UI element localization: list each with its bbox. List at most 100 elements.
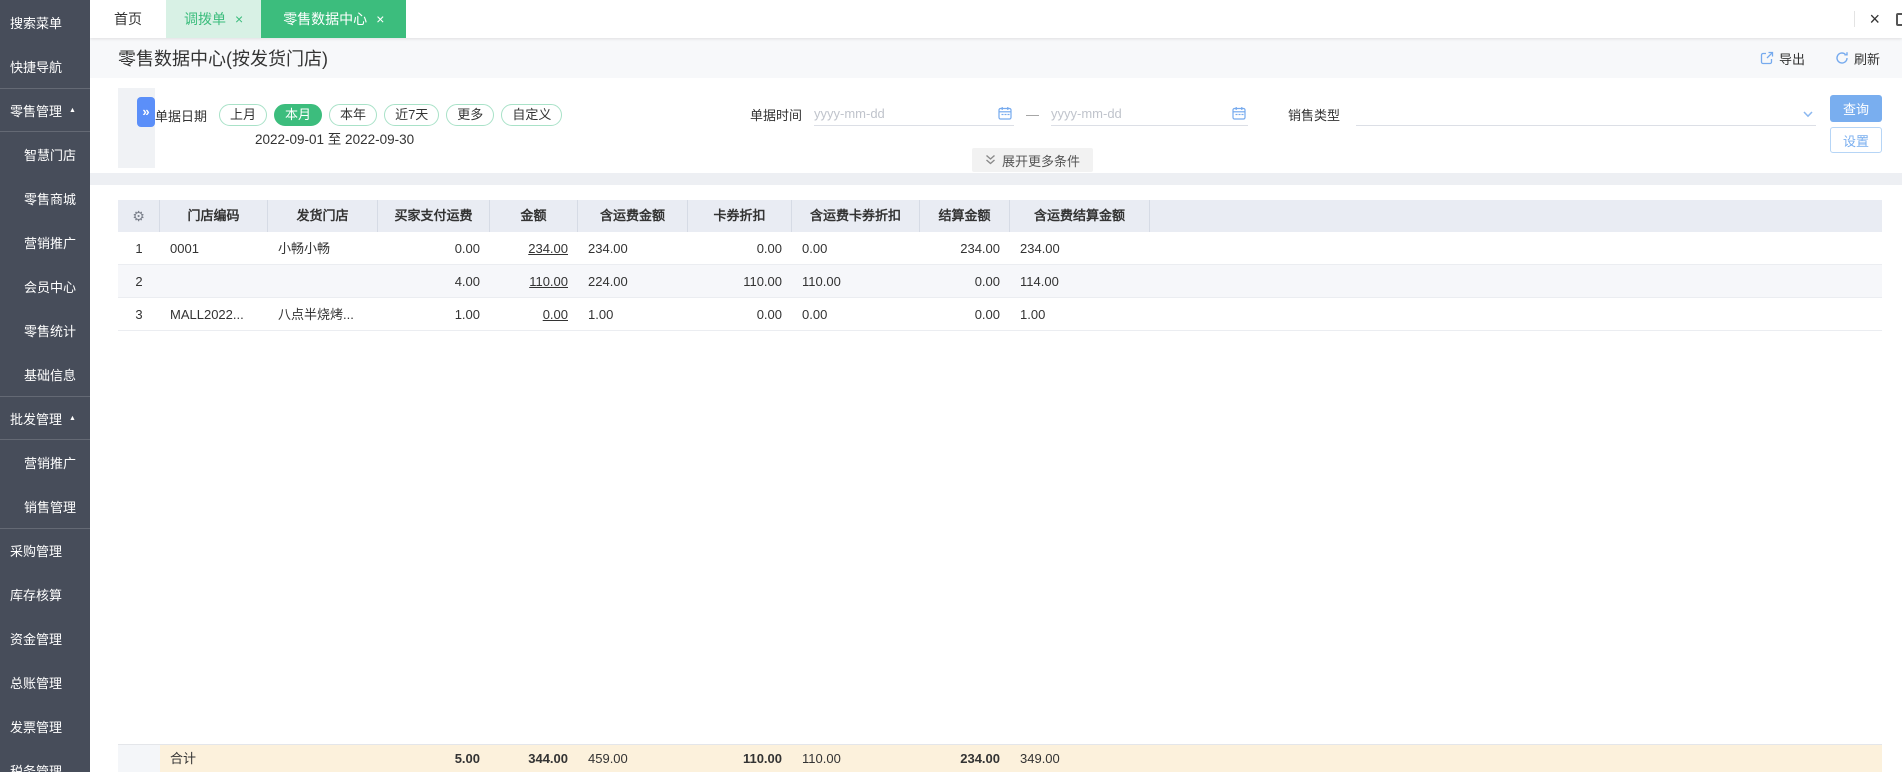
collapse-filter-button[interactable]: » (137, 97, 155, 127)
tab-actions: × (1854, 0, 1902, 38)
pill-this-year[interactable]: 本年 (329, 104, 378, 126)
col-filler (1150, 200, 1882, 232)
query-button[interactable]: 查询 (1830, 95, 1882, 122)
buyer-freight-cell: 4.00 (378, 265, 490, 298)
col-buyer-freight: 买家支付运费 (378, 200, 490, 232)
filter-panel: » 单据日期 上月 本月 本年 近7天 更多 自定义 2022-09-01 至 … (90, 78, 1902, 173)
refresh-label: 刷新 (1853, 51, 1880, 67)
sidebar-item-capital-management[interactable]: 资金管理 (0, 616, 90, 660)
expand-more-button[interactable]: 展开更多条件 (972, 148, 1094, 172)
sidebar-item-smart-store[interactable]: 智慧门店 (0, 132, 90, 176)
close-icon[interactable]: × (235, 12, 243, 26)
refresh-button[interactable]: 刷新 (1835, 49, 1880, 68)
row-index: 3 (118, 298, 160, 331)
footer-settle-amount-with-freight: 349.00 (1010, 745, 1150, 772)
doc-date-filter: 单据日期 上月 本月 本年 近7天 更多 自定义 (155, 104, 569, 126)
sidebar-item-retail-management[interactable]: 零售管理 ▲ (0, 88, 90, 132)
table-row[interactable]: 1 0001 小畅小畅 0.00 234.00 234.00 0.00 0.00… (118, 232, 1882, 265)
tab-home[interactable]: 首页 (90, 0, 166, 38)
sidebar-item-label: 采购管理 (10, 544, 63, 559)
date-to-input[interactable] (1051, 102, 1222, 124)
close-icon[interactable]: × (1869, 10, 1880, 28)
sidebar-item-marketing-promotion[interactable]: 营销推广 (0, 220, 90, 264)
sidebar-item-marketing-promotion-wholesale[interactable]: 营销推广 (0, 440, 90, 484)
pill-more[interactable]: 更多 (446, 104, 495, 126)
coupon-discount-cell: 110.00 (688, 265, 792, 298)
pill-this-month[interactable]: 本月 (274, 104, 323, 126)
doc-time-filter: 单据时间 — (750, 102, 1249, 126)
date-to-field (1051, 102, 1249, 126)
amount-link[interactable]: 110.00 (529, 274, 568, 289)
amount-with-freight-cell: 234.00 (578, 232, 688, 265)
amount-link[interactable]: 234.00 (528, 241, 568, 256)
footer-coupon-discount: 110.00 (688, 745, 792, 772)
sidebar-item-purchase-management[interactable]: 采购管理 (0, 528, 90, 572)
tab-label: 首页 (114, 11, 142, 27)
footer-coupon-discount-with-freight: 110.00 (792, 745, 920, 772)
amount-link[interactable]: 0.00 (543, 307, 568, 322)
pill-custom[interactable]: 自定义 (501, 104, 563, 126)
filler-cell (1150, 298, 1882, 331)
date-from-input[interactable] (814, 102, 985, 124)
sidebar-item-tax-management[interactable]: 税务管理 (0, 748, 90, 772)
table-row[interactable]: 3 MALL2022... 八点半烧烤... 1.00 0.00 1.00 0.… (118, 298, 1882, 331)
sidebar-item-invoice-management[interactable]: 发票管理 (0, 704, 90, 748)
sidebar-item-member-center[interactable]: 会员中心 (0, 264, 90, 308)
settle-amount-with-freight-cell: 234.00 (1010, 232, 1150, 265)
amount-cell: 110.00 (490, 265, 578, 298)
page-gap (90, 173, 1902, 185)
sidebar-item-sales-management[interactable]: 销售管理 (0, 484, 90, 528)
sidebar-item-label: 会员中心 (24, 279, 77, 295)
settle-amount-cell: 0.00 (920, 298, 1010, 331)
coupon-discount-cell: 0.00 (688, 298, 792, 331)
tab-label: 零售数据中心 (283, 11, 368, 27)
row-index: 2 (118, 265, 160, 298)
col-shipping-store: 发货门店 (268, 200, 378, 232)
footer-amount-with-freight: 459.00 (578, 745, 688, 772)
table-row[interactable]: 2 4.00 110.00 224.00 110.00 110.00 0.00 … (118, 265, 1882, 298)
export-button[interactable]: 导出 (1760, 49, 1805, 68)
sidebar-item-label: 零售商城 (24, 191, 77, 207)
sidebar-item-basic-info[interactable]: 基础信息 (0, 352, 90, 396)
fullscreen-icon[interactable] (1896, 12, 1902, 26)
divider (1854, 11, 1856, 27)
close-icon[interactable]: × (376, 12, 384, 26)
caret-up-icon: ▲ (69, 106, 76, 114)
coupon-discount-with-freight-cell: 0.00 (792, 232, 920, 265)
footer-total-label: 合计 (160, 745, 268, 772)
tab-transfer-order[interactable]: 调拨单 × (166, 0, 262, 38)
store-code-cell (160, 265, 268, 298)
sidebar-item-inventory-accounting[interactable]: 库存核算 (0, 572, 90, 616)
sidebar-item-label: 零售统计 (24, 323, 77, 339)
calendar-icon[interactable] (998, 106, 1012, 123)
title-bar: 零售数据中心(按发货门店) 导出 刷新 (90, 38, 1902, 78)
footer-empty-cell (118, 745, 160, 772)
column-settings-gear-icon[interactable]: ⚙ (132, 208, 145, 224)
export-label: 导出 (1778, 51, 1805, 67)
sales-type-label: 销售类型 (1288, 107, 1341, 123)
sidebar-item-label: 智慧门店 (24, 147, 77, 163)
sidebar-item-wholesale-management[interactable]: 批发管理 ▲ (0, 396, 90, 440)
col-coupon-discount: 卡券折扣 (688, 200, 792, 232)
sidebar-item-general-ledger[interactable]: 总账管理 (0, 660, 90, 704)
expand-more-label: 展开更多条件 (1002, 153, 1081, 169)
sidebar-item-label: 基础信息 (24, 367, 77, 383)
sales-type-select[interactable] (1356, 102, 1817, 126)
pill-last-month[interactable]: 上月 (219, 104, 268, 126)
sidebar-item-retail-statistics[interactable]: 零售统计 (0, 308, 90, 352)
tab-retail-data-center[interactable]: 零售数据中心 × (261, 0, 407, 38)
sidebar-item-quick-nav[interactable]: 快捷导航 (0, 44, 90, 88)
calendar-icon[interactable] (1232, 106, 1246, 123)
page-title: 零售数据中心(按发货门店) (118, 49, 328, 69)
settings-button[interactable]: 设置 (1830, 127, 1882, 153)
col-settle-amount: 结算金额 (920, 200, 1010, 232)
sidebar-item-retail-mall[interactable]: 零售商城 (0, 176, 90, 220)
sidebar-item-search-menu[interactable]: 搜索菜单 (0, 0, 90, 44)
data-table: ⚙ 门店编码 发货门店 买家支付运费 金额 含运费金额 卡券折扣 含运费卡券折扣… (90, 185, 1902, 772)
doc-time-label: 单据时间 (750, 107, 803, 123)
pill-last-7-days[interactable]: 近7天 (384, 104, 440, 126)
double-chevron-down-icon (986, 154, 995, 165)
col-settle-amount-with-freight: 含运费结算金额 (1010, 200, 1150, 232)
date-range-text: 2022-09-01 至 2022-09-30 (255, 132, 415, 147)
doc-date-label: 单据日期 (155, 108, 208, 124)
